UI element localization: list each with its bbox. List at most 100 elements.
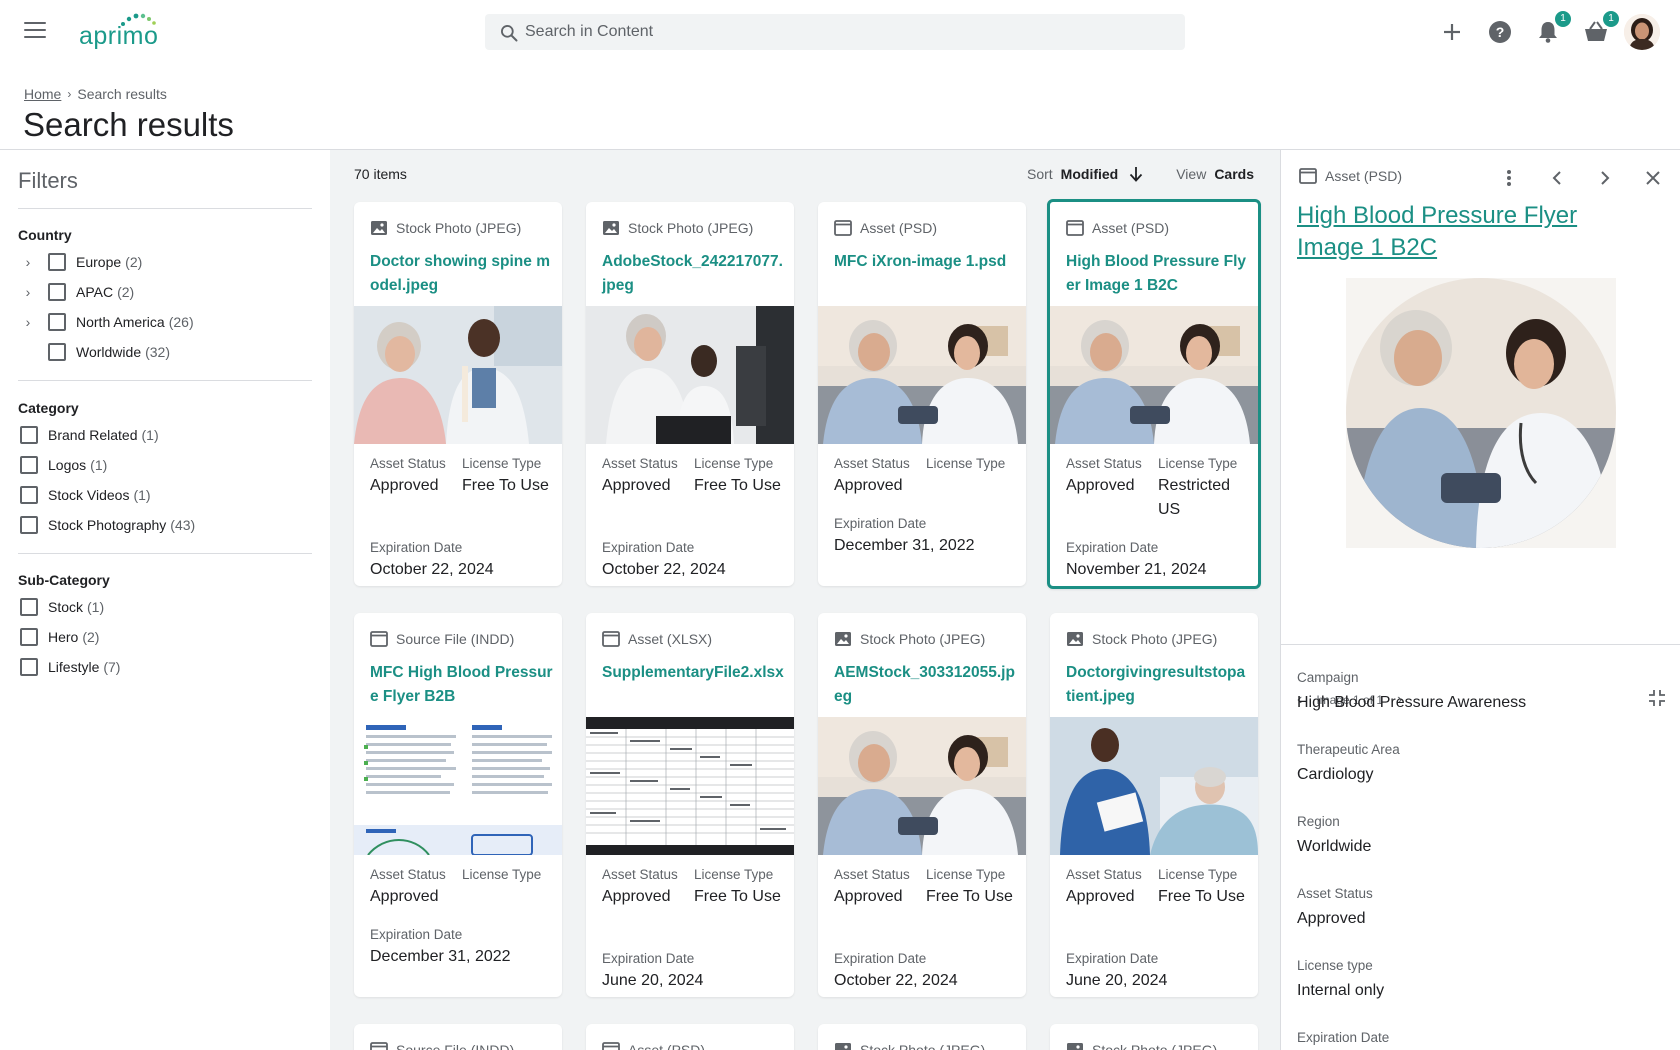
checkbox[interactable] bbox=[20, 486, 38, 504]
avatar[interactable] bbox=[1624, 14, 1660, 50]
asset-thumbnail[interactable] bbox=[586, 717, 794, 855]
filter-label: Brand Related bbox=[48, 427, 138, 443]
asset-type-label: Stock Photo (JPEG) bbox=[860, 1042, 986, 1050]
checkbox[interactable] bbox=[20, 598, 38, 616]
next-asset-icon[interactable] bbox=[1591, 164, 1619, 192]
cart-badge: 1 bbox=[1603, 11, 1619, 27]
add-icon[interactable] bbox=[1438, 18, 1466, 46]
filter-option-stock-photography[interactable]: Stock Photography (43) bbox=[20, 515, 195, 535]
asset-title-link[interactable]: AdobeStock_242217077.jpeg bbox=[602, 250, 786, 298]
help-icon[interactable]: ? bbox=[1486, 18, 1514, 46]
previous-asset-icon[interactable] bbox=[1543, 164, 1571, 192]
asset-thumbnail[interactable] bbox=[354, 717, 562, 855]
detail-preview-image[interactable] bbox=[1346, 278, 1616, 548]
close-icon[interactable] bbox=[1639, 164, 1667, 192]
window-icon bbox=[834, 220, 852, 236]
asset-card[interactable]: Stock Photo (JPEG) AEMStock_303312055.jpe… bbox=[818, 613, 1026, 997]
filters-panel: Filters Country › Europe (2) › APAC (2) › … bbox=[0, 150, 330, 1050]
filter-group-title: Category bbox=[18, 400, 79, 416]
breadcrumb-home-link[interactable]: Home bbox=[24, 86, 61, 102]
filter-option-hero[interactable]: Hero (2) bbox=[20, 627, 99, 647]
view-dropdown[interactable]: Cards bbox=[1214, 166, 1254, 182]
filter-option-brand-related[interactable]: Brand Related (1) bbox=[20, 425, 159, 445]
filter-option-apac[interactable]: › APAC (2) bbox=[20, 282, 134, 302]
expiration-date-value: June 20, 2024 bbox=[1066, 972, 1168, 989]
asset-title-link[interactable]: AEMStock_303312055.jpeg bbox=[834, 661, 1018, 709]
license-type-label: License Type bbox=[462, 867, 542, 882]
filter-count: (7) bbox=[103, 659, 121, 675]
asset-thumbnail[interactable] bbox=[586, 306, 794, 444]
detail-title-link[interactable]: High Blood Pressure Flyer Image 1 B2C bbox=[1297, 200, 1597, 264]
asset-status-value: Approved bbox=[370, 888, 439, 905]
asset-thumbnail[interactable] bbox=[818, 306, 1026, 444]
asset-title-link[interactable]: High Blood Pressure Flyer Image 1 B2C bbox=[1066, 250, 1250, 298]
asset-card[interactable]: Stock Photo (JPEG) bbox=[818, 1024, 1026, 1050]
search-bar[interactable] bbox=[485, 14, 1185, 50]
more-options-icon[interactable] bbox=[1495, 164, 1523, 192]
asset-card[interactable]: Source File (INDD) bbox=[354, 1024, 562, 1050]
checkbox[interactable] bbox=[20, 658, 38, 676]
asset-thumbnail[interactable] bbox=[354, 306, 562, 444]
asset-title-link[interactable]: MFC High Blood Pressure Flyer B2B bbox=[370, 661, 554, 709]
detail-field-value: Worldwide bbox=[1297, 838, 1372, 855]
checkbox[interactable] bbox=[20, 516, 38, 534]
asset-card[interactable]: Stock Photo (JPEG) AdobeStock_242217077.j… bbox=[586, 202, 794, 586]
asset-type-label: Stock Photo (JPEG) bbox=[1092, 631, 1218, 647]
chevron-right-icon[interactable]: › bbox=[20, 254, 36, 270]
page-title: Search results bbox=[23, 106, 234, 143]
license-type-value: Free To Use bbox=[694, 477, 781, 494]
checkbox[interactable] bbox=[20, 426, 38, 444]
checkbox[interactable] bbox=[20, 628, 38, 646]
detail-field-value: Approved bbox=[1297, 910, 1366, 927]
filter-option-stock[interactable]: Stock (1) bbox=[20, 597, 104, 617]
asset-title-link[interactable]: SupplementaryFile2.xlsx bbox=[602, 661, 786, 685]
filter-option-europe[interactable]: › Europe (2) bbox=[20, 252, 142, 272]
asset-thumbnail[interactable] bbox=[818, 717, 1026, 855]
asset-thumbnail[interactable] bbox=[1050, 717, 1258, 855]
asset-card[interactable]: Source File (INDD) MFC High Blood Pressur… bbox=[354, 613, 562, 997]
asset-card[interactable]: Asset (PSD) bbox=[586, 1024, 794, 1050]
asset-thumbnail[interactable] bbox=[1050, 306, 1258, 444]
menu-icon[interactable] bbox=[24, 22, 46, 40]
chevron-right-icon[interactable]: › bbox=[20, 284, 36, 300]
asset-title-link[interactable]: MFC iXron-image 1.psd bbox=[834, 250, 1018, 274]
checkbox[interactable] bbox=[48, 343, 66, 361]
filter-label: Logos bbox=[48, 457, 87, 473]
checkbox[interactable] bbox=[48, 253, 66, 271]
chevron-right-icon: › bbox=[67, 87, 72, 101]
window-icon bbox=[370, 1042, 388, 1050]
asset-card[interactable]: Asset (XLSX) SupplementaryFile2.xlsx Asset… bbox=[586, 613, 794, 997]
checkbox[interactable] bbox=[48, 313, 66, 331]
detail-panel: Asset (PSD) High Blood Pressure Flyer Im… bbox=[1280, 150, 1680, 1050]
asset-card[interactable]: Asset (PSD) MFC iXron-image 1.psd Asset St… bbox=[818, 202, 1026, 586]
sort-dropdown[interactable]: Modified bbox=[1061, 166, 1119, 182]
basket-icon[interactable]: 1 bbox=[1582, 11, 1619, 46]
asset-status-value: Approved bbox=[602, 888, 671, 905]
checkbox[interactable] bbox=[48, 283, 66, 301]
asset-card[interactable]: Asset (PSD) High Blood Pressure Flyer Ima… bbox=[1047, 199, 1261, 589]
filter-option-north-america[interactable]: › North America (26) bbox=[20, 312, 194, 332]
expiration-date-label: Expiration Date bbox=[370, 540, 463, 555]
notifications-icon[interactable]: 1 bbox=[1534, 11, 1571, 46]
search-input[interactable] bbox=[525, 14, 1165, 50]
expiration-date-label: Expiration Date bbox=[602, 540, 695, 555]
checkbox[interactable] bbox=[20, 456, 38, 474]
asset-card[interactable]: Stock Photo (JPEG) bbox=[1050, 1024, 1258, 1050]
image-icon bbox=[371, 221, 387, 235]
filter-label: North America bbox=[76, 314, 165, 330]
sort-direction-icon[interactable] bbox=[1128, 165, 1144, 183]
asset-card[interactable]: Stock Photo (JPEG) Doctor showing spine m… bbox=[354, 202, 562, 586]
chevron-right-icon[interactable]: › bbox=[20, 314, 36, 330]
filter-option-logos[interactable]: Logos (1) bbox=[20, 455, 107, 475]
filter-count: (1) bbox=[141, 427, 159, 443]
asset-title-link[interactable]: Doctor showing spine model.jpeg bbox=[370, 250, 554, 298]
asset-card[interactable]: Stock Photo (JPEG) Doctorgivingresultstop… bbox=[1050, 613, 1258, 997]
expiration-date-value: December 31, 2022 bbox=[370, 948, 511, 965]
collapse-preview-icon[interactable] bbox=[1647, 688, 1667, 708]
filter-option-stock-videos[interactable]: Stock Videos (1) bbox=[20, 485, 151, 505]
filter-option-lifestyle[interactable]: Lifestyle (7) bbox=[20, 657, 120, 677]
asset-title-link[interactable]: Doctorgivingresultstopatient.jpeg bbox=[1066, 661, 1250, 709]
filter-count: (1) bbox=[90, 457, 108, 473]
filter-option-worldwide[interactable]: Worldwide (32) bbox=[48, 342, 170, 362]
filter-group-title: Country bbox=[18, 227, 72, 243]
